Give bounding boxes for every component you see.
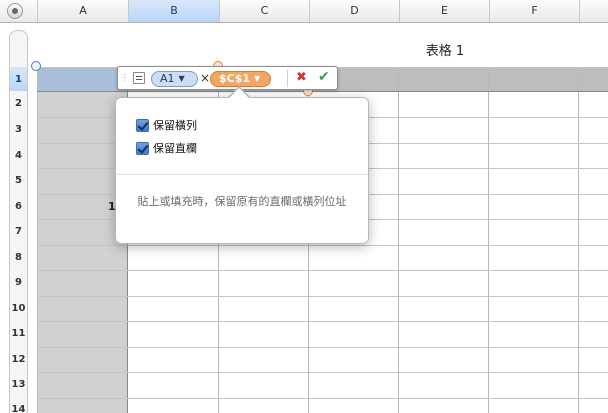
column-header-g[interactable] [579, 0, 608, 22]
preserve-column-checkbox[interactable] [136, 141, 149, 155]
row-header-4[interactable]: 4 [9, 150, 28, 161]
row-header-2[interactable]: 2 [9, 98, 28, 109]
row-header-3[interactable]: 3 [9, 124, 28, 135]
row-header-1[interactable]: 1 [9, 74, 28, 85]
row-header-5[interactable]: 5 [9, 175, 28, 186]
accept-formula-button[interactable]: ✔ [318, 69, 330, 85]
row-header-12[interactable]: 12 [9, 354, 28, 365]
reference-token-c1[interactable]: $C$1 ▼ [210, 71, 271, 87]
chevron-down-icon: ▼ [178, 74, 185, 83]
chevron-down-icon: ▼ [254, 74, 261, 83]
row-header-6[interactable]: 6 [9, 201, 28, 212]
drag-handle-icon[interactable]: ⋮ [121, 73, 129, 83]
popover-divider [116, 174, 368, 175]
equals-icon[interactable] [133, 72, 145, 84]
preserve-row-option[interactable]: 保留橫列 [136, 117, 197, 133]
row-header-9[interactable]: 9 [9, 277, 28, 288]
table-title[interactable]: 表格 1 [400, 40, 490, 59]
row-header-10[interactable]: 10 [9, 303, 28, 314]
column-header-d[interactable]: D [309, 0, 399, 22]
cancel-formula-button[interactable]: ✖ [296, 70, 307, 85]
preserve-row-label: 保留橫列 [153, 119, 197, 132]
selection-handle-icon[interactable] [31, 61, 41, 71]
spreadsheet: A B C D E F 表格 1 1 2 3 4 5 6 7 8 9 10 11… [0, 0, 608, 413]
column-header-c[interactable]: C [219, 0, 309, 22]
popover-description: 貼上或填充時，保留原有的直欄或橫列位址 [137, 195, 347, 208]
divider [287, 70, 288, 87]
reference-token-a1-label: A1 [160, 72, 175, 85]
row-header-7[interactable]: 7 [9, 226, 28, 237]
reference-token-a1[interactable]: A1 ▼ [151, 71, 198, 87]
popover-arrow-fill [229, 88, 249, 98]
column-header-b[interactable]: B [128, 0, 219, 22]
preserve-column-option[interactable]: 保留直欄 [136, 140, 197, 156]
cell-a1-selected[interactable] [37, 67, 127, 91]
preserve-row-checkbox[interactable] [136, 118, 149, 132]
multiply-operator: × [200, 71, 211, 85]
table-select-icon[interactable] [7, 3, 23, 19]
column-header-e[interactable]: E [399, 0, 489, 22]
preserve-column-label: 保留直欄 [153, 142, 197, 155]
reference-options-popover: 保留橫列 保留直欄 貼上或填充時，保留原有的直欄或橫列位址 [115, 97, 369, 244]
row-header-13[interactable]: 13 [9, 379, 28, 390]
reference-token-c1-label: $C$1 [219, 72, 251, 85]
column-header-a[interactable]: A [37, 0, 128, 22]
row-header-11[interactable]: 11 [9, 328, 28, 339]
row-header-8[interactable]: 8 [9, 252, 28, 263]
column-header-f[interactable]: F [489, 0, 579, 22]
row-header-14[interactable]: 14 [9, 404, 28, 413]
header-column [37, 91, 127, 413]
